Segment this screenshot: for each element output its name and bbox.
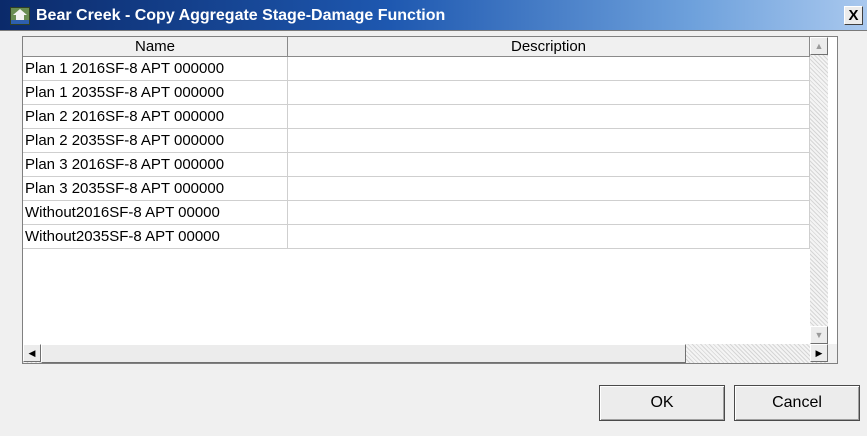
name-cell[interactable]: Plan 1 2016SF-8 APT 000000 [23,57,288,81]
horizontal-scrollbar[interactable]: ◀ ▶ [23,344,828,363]
name-cell[interactable]: Without2035SF-8 APT 00000 [23,225,288,249]
table-row[interactable]: Plan 2 2035SF-8 APT 000000 [23,129,810,153]
description-cell[interactable] [288,129,810,153]
description-cell[interactable] [288,201,810,225]
scroll-down-button[interactable]: ▼ [810,326,828,344]
arrow-right-icon: ▶ [815,348,823,358]
window-title: Bear Creek - Copy Aggregate Stage-Damage… [36,7,446,24]
close-icon: X [848,7,859,24]
name-cell[interactable]: Plan 1 2035SF-8 APT 000000 [23,81,288,105]
description-cell[interactable] [288,225,810,249]
ok-button[interactable]: OK [599,385,725,421]
close-button[interactable]: X [844,6,863,25]
table-row[interactable]: Plan 3 2035SF-8 APT 000000 [23,177,810,201]
table-row[interactable]: Plan 3 2016SF-8 APT 000000 [23,153,810,177]
name-cell[interactable]: Plan 3 2016SF-8 APT 000000 [23,153,288,177]
house-icon [10,7,30,25]
arrow-left-icon: ◀ [28,348,36,358]
function-table: Name Description Plan 1 2016SF-8 APT 000… [22,36,838,364]
arrow-up-icon: ▲ [814,41,824,51]
name-cell[interactable]: Plan 2 2035SF-8 APT 000000 [23,129,288,153]
name-cell[interactable]: Without2016SF-8 APT 00000 [23,201,288,225]
vertical-scrollbar[interactable]: ▲ ▼ [810,37,828,344]
scrollbar-corner [828,344,837,363]
table-row[interactable]: Plan 1 2035SF-8 APT 000000 [23,81,810,105]
name-cell[interactable]: Plan 3 2035SF-8 APT 000000 [23,177,288,201]
scroll-left-button[interactable]: ◀ [23,344,41,362]
table-row[interactable]: Plan 1 2016SF-8 APT 000000 [23,57,810,81]
horizontal-scroll-thumb[interactable] [41,344,686,363]
column-header-description[interactable]: Description [288,37,810,57]
table-row[interactable]: Plan 2 2016SF-8 APT 000000 [23,105,810,129]
scroll-right-button[interactable]: ▶ [810,344,828,362]
description-cell[interactable] [288,81,810,105]
arrow-down-icon: ▼ [814,330,824,340]
description-cell[interactable] [288,57,810,81]
name-cell[interactable]: Plan 2 2016SF-8 APT 000000 [23,105,288,129]
title-bar[interactable]: Bear Creek - Copy Aggregate Stage-Damage… [0,0,867,31]
description-cell[interactable] [288,153,810,177]
column-header-name[interactable]: Name [23,37,288,57]
description-cell[interactable] [288,177,810,201]
table-row[interactable]: Without2035SF-8 APT 00000 [23,225,810,249]
scroll-up-button[interactable]: ▲ [810,37,828,55]
table-row[interactable]: Without2016SF-8 APT 00000 [23,201,810,225]
description-cell[interactable] [288,105,810,129]
cancel-button[interactable]: Cancel [734,385,860,421]
